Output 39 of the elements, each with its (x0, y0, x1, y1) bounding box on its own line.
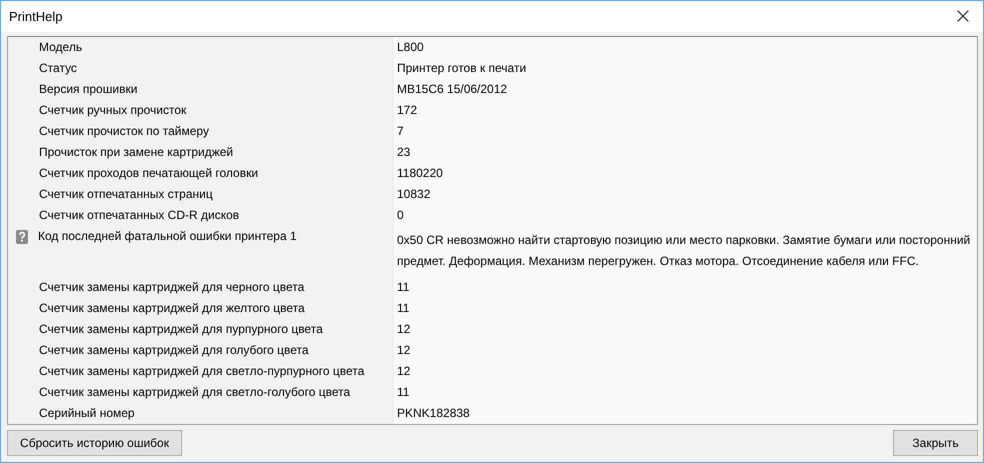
property-label: Счетчик проходов печатающей головки (39, 166, 258, 181)
property-value: 11 (397, 385, 410, 399)
property-label: Статус (39, 61, 77, 76)
property-value: 12 (397, 364, 410, 378)
property-label: Счетчик замены картриджей для пурпурного цвета (39, 322, 323, 337)
property-value: MB15C6 15/06/2012 (397, 82, 508, 96)
reset-errors-button[interactable]: Сбросить историю ошибок (7, 430, 182, 456)
property-value: 11 (397, 301, 410, 315)
help-icon (16, 230, 28, 244)
property-label: Счетчик замены картриджей для черного цвета (39, 280, 304, 295)
property-value: 0x50 CR невозможно найти стартовую позицию или место парковки. Замятие бумаги или посторонний предмет. Деформация. Механизм перегружен. Отказ мотора. Отсоединение кабеля или FFC. (397, 233, 970, 268)
property-label: Счетчик замены картриджей для светло-пурпурного цвета (39, 364, 364, 379)
property-value: 10832 (397, 187, 430, 201)
property-value: L800 (397, 40, 424, 54)
property-value: 1180220 (397, 166, 443, 180)
property-label: Модель (39, 40, 82, 55)
property-value: 172 (397, 103, 418, 117)
property-label: Код последней фатальной ошибки принтера 1 (38, 229, 297, 244)
property-value: 11 (397, 280, 410, 294)
property-value: PKNK182838 (397, 406, 470, 420)
property-label: Счетчик отпечатанных страниц (39, 187, 213, 202)
property-label: Счетчик прочисток по таймеру (39, 124, 209, 139)
window-title: PrintHelp (9, 9, 62, 24)
property-label: Счетчик отпечатанных CD-R дисков (39, 208, 240, 223)
property-label: Прочисток при замене картриджей (39, 145, 234, 160)
property-label: Версия прошивки (39, 82, 138, 97)
property-value: 23 (397, 145, 410, 159)
property-label: Серийный номер (39, 406, 135, 421)
close-button[interactable]: × (943, 1, 983, 32)
property-value: 7 (397, 124, 404, 138)
property-value: 12 (397, 322, 410, 336)
property-label: Счетчик замены картриджей для желтого цвета (39, 301, 305, 316)
property-label: Счетчик ручных прочисток (39, 103, 186, 118)
property-value: 0 (397, 208, 404, 222)
property-value: 12 (397, 343, 410, 357)
property-value: Принтер готов к печати (397, 61, 526, 75)
close-dialog-button[interactable]: Закрыть (893, 430, 978, 456)
property-label: Счетчик замены картриджей для голубого цвета (39, 343, 309, 358)
property-label: Счетчик замены картриджей для светло-голубого цвета (39, 385, 350, 400)
